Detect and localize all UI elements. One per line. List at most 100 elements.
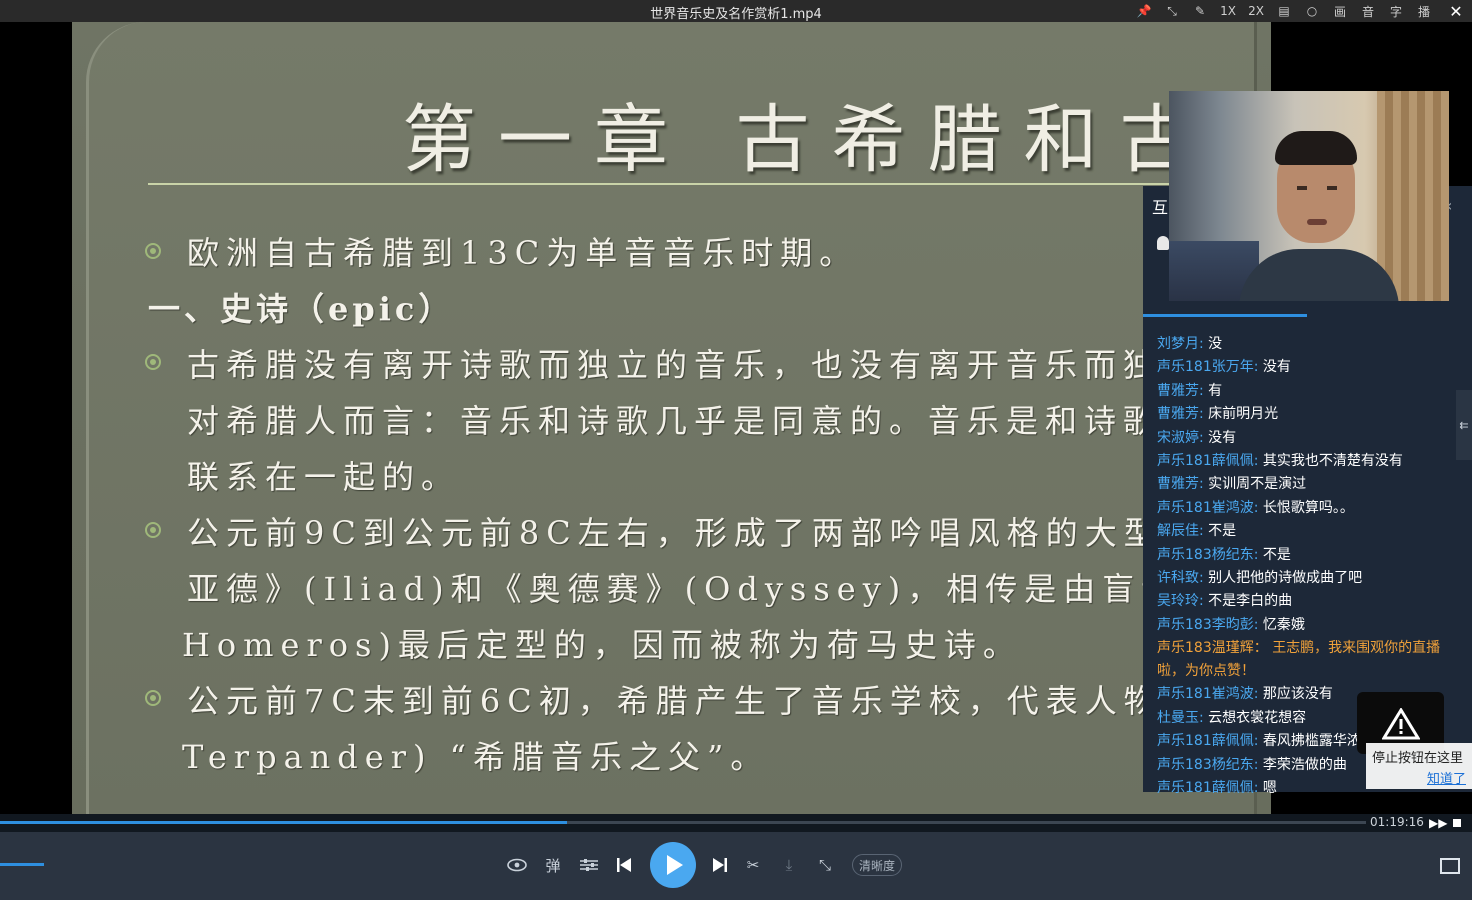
chat-nickname[interactable]: 曹雅芳: [1157,406,1204,422]
scissors-icon[interactable]: ✂ [742,852,764,878]
presenter-eye [1297,186,1307,190]
presenter-hair [1275,131,1357,165]
danmaku-button[interactable]: 弹 [542,852,564,878]
presenter-eye [1327,186,1337,190]
close-icon[interactable]: ✕ [1448,0,1464,22]
playback-time: 01:19:16 [1370,815,1424,829]
picture-button[interactable]: 画 [1332,0,1348,22]
tooltip-text: 停止按钮在这里 [1372,751,1464,766]
chat-nickname[interactable]: 声乐183杨纪东: [1157,757,1258,773]
chat-message: 声乐181张万年: 没有 [1157,356,1457,379]
chat-text: 长恨歌算吗。。 [1262,499,1354,516]
stop-icon[interactable] [1453,814,1461,832]
chat-nickname[interactable]: 声乐181崔鸿波: [1157,686,1258,702]
equalizer-icon[interactable] [578,852,600,878]
bulb-icon[interactable]: ○ [1304,0,1320,22]
list-icon[interactable]: ▤ [1276,0,1292,22]
chat-nickname[interactable]: 吴玲玲: [1157,593,1204,609]
fullscreen-icon[interactable] [1440,858,1460,874]
chat-text: 忆秦娥 [1262,616,1305,633]
slide-line: 联系在一起的。 [187,458,461,496]
chat-nickname[interactable]: 声乐183温瑾辉： [1157,640,1268,656]
slide-line: Homeros)最后定型的，因而被称为荷马史诗。 [182,626,1022,664]
chat-nickname[interactable]: 声乐181崔鸿波: [1157,500,1258,516]
presenter-body [1239,249,1399,301]
chat-nickname[interactable]: 曹雅芳: [1157,476,1204,492]
slide-line: 亚德》(Iliad)和《奥德赛》(Odyssey)，相传是由盲诗人荷马( [187,570,1271,608]
chat-message: 刘梦月: 没 [1157,333,1457,356]
slide-divider [148,183,1208,185]
chat-message: 声乐183温瑾辉： 王志鹏，我来围观你的直播啦，为你点赞！ [1157,637,1457,683]
chat-nickname[interactable]: 杜曼玉: [1157,710,1204,726]
speed-1x-button[interactable]: 1X [1220,0,1236,22]
bullet-icon [145,354,161,370]
chat-nickname[interactable]: 曹雅芳: [1157,383,1204,399]
presenter-mouth [1307,219,1327,225]
eye-icon[interactable] [505,852,529,878]
pin-icon[interactable]: 📌 [1136,0,1152,22]
chat-nickname[interactable]: 声乐183杨纪东: [1157,547,1258,563]
bullet-icon [145,243,161,259]
chat-message: 声乐181薛佩佩: 其实我也不清楚有没有 [1157,450,1457,473]
progress-fill [0,821,567,824]
control-bar: 弹 ✂ ⤓ ⤡ 清晰度 [0,832,1472,900]
chat-message: 吴玲玲: 不是李白的曲 [1157,590,1457,613]
chat-nickname[interactable]: 声乐181张万年: [1157,359,1258,375]
chat-text: 床前明月光 [1208,406,1279,423]
chat-text: 有 [1208,382,1223,399]
download-icon[interactable]: ⤓ [778,852,800,878]
volume-bar[interactable] [0,863,44,866]
chat-nickname[interactable]: 许科致: [1157,570,1204,586]
chat-nickname[interactable]: 刘梦月: [1157,336,1204,352]
slide-heading: 一、史诗（epic） [148,290,455,328]
fast-forward-icon[interactable]: ▶▶ [1429,814,1447,832]
minimize-video-icon[interactable]: ⤡ [814,852,836,878]
chat-text: 实训周不是演过 [1208,476,1307,493]
got-it-link[interactable]: 知道了 [1372,768,1466,787]
chat-text: 那应该没有 [1262,686,1333,703]
slide-title: 第一章 古希腊和古罗马 [402,97,1271,183]
chat-message: 曹雅芳: 床前明月光 [1157,403,1457,426]
panel-handle-icon[interactable]: ⇇ [1456,390,1472,460]
chat-message: 宋淑婷: 没有 [1157,427,1457,450]
user-icon [1157,236,1169,250]
chat-message: 声乐183杨纪东: 不是 [1157,544,1457,567]
warning-icon [1382,708,1420,740]
chat-nickname[interactable]: 声乐181薛佩佩: [1157,733,1258,749]
shrink-icon[interactable]: ⤡ [1164,0,1180,22]
chat-text: 嗯 [1262,779,1277,793]
slide-line: 古希腊没有离开诗歌而独立的音乐，也没有离开音乐而独立的诗歌 [187,346,1271,384]
chat-nickname[interactable]: 解辰佳: [1157,523,1204,539]
chat-text: 没有 [1262,359,1291,376]
panel-loading-bar [1143,314,1307,317]
slide-line: Terpander) “希腊音乐之父”。 [182,738,770,776]
bullet-icon [145,522,161,538]
lecture-slide: 第一章 古希腊和古罗马 欧洲自古希腊到13C为单音音乐时期。 一、史诗（epic… [72,22,1271,814]
chat-text: 春风拂槛露华浓 [1262,733,1361,750]
chat-text: 云想衣裳花想容 [1208,709,1307,726]
play-mode-button[interactable]: 播 [1416,0,1432,22]
interaction-tab[interactable]: 互 [1152,194,1168,218]
chat-message: 声乐183李昀彭: 忆秦娥 [1157,614,1457,637]
next-icon[interactable] [710,852,730,878]
progress-row: 01:19:16 ▶▶ [0,814,1472,832]
chat-nickname[interactable]: 声乐183李昀彭: [1157,617,1258,633]
subtitle-button[interactable]: 字 [1388,0,1404,22]
chat-text: 没有 [1208,429,1237,446]
clarity-button[interactable]: 清晰度 [852,854,903,876]
chat-text: 别人把他的诗做成曲了吧 [1208,570,1363,587]
bullet-icon [145,690,161,706]
chat-text: 其实我也不清楚有没有 [1262,453,1403,470]
chat-nickname[interactable]: 声乐181薛佩佩: [1157,453,1258,469]
previous-icon[interactable] [614,852,634,878]
chat-nickname[interactable]: 声乐181薛佩佩: [1157,780,1258,793]
play-button[interactable] [650,842,696,888]
curtain-shape [1377,91,1449,301]
title-bar: 世界音乐史及名作赏析1.mp4 📌 ⤡ ✎ 1X 2X ▤ ○ 画 音 字 播 … [0,0,1472,22]
speed-2x-button[interactable]: 2X [1248,0,1264,22]
audio-button[interactable]: 音 [1360,0,1376,22]
chat-nickname[interactable]: 宋淑婷: [1157,430,1204,446]
edit-icon[interactable]: ✎ [1192,0,1208,22]
webcam-overlay[interactable] [1169,91,1449,301]
chat-text: 不是 [1208,523,1237,540]
